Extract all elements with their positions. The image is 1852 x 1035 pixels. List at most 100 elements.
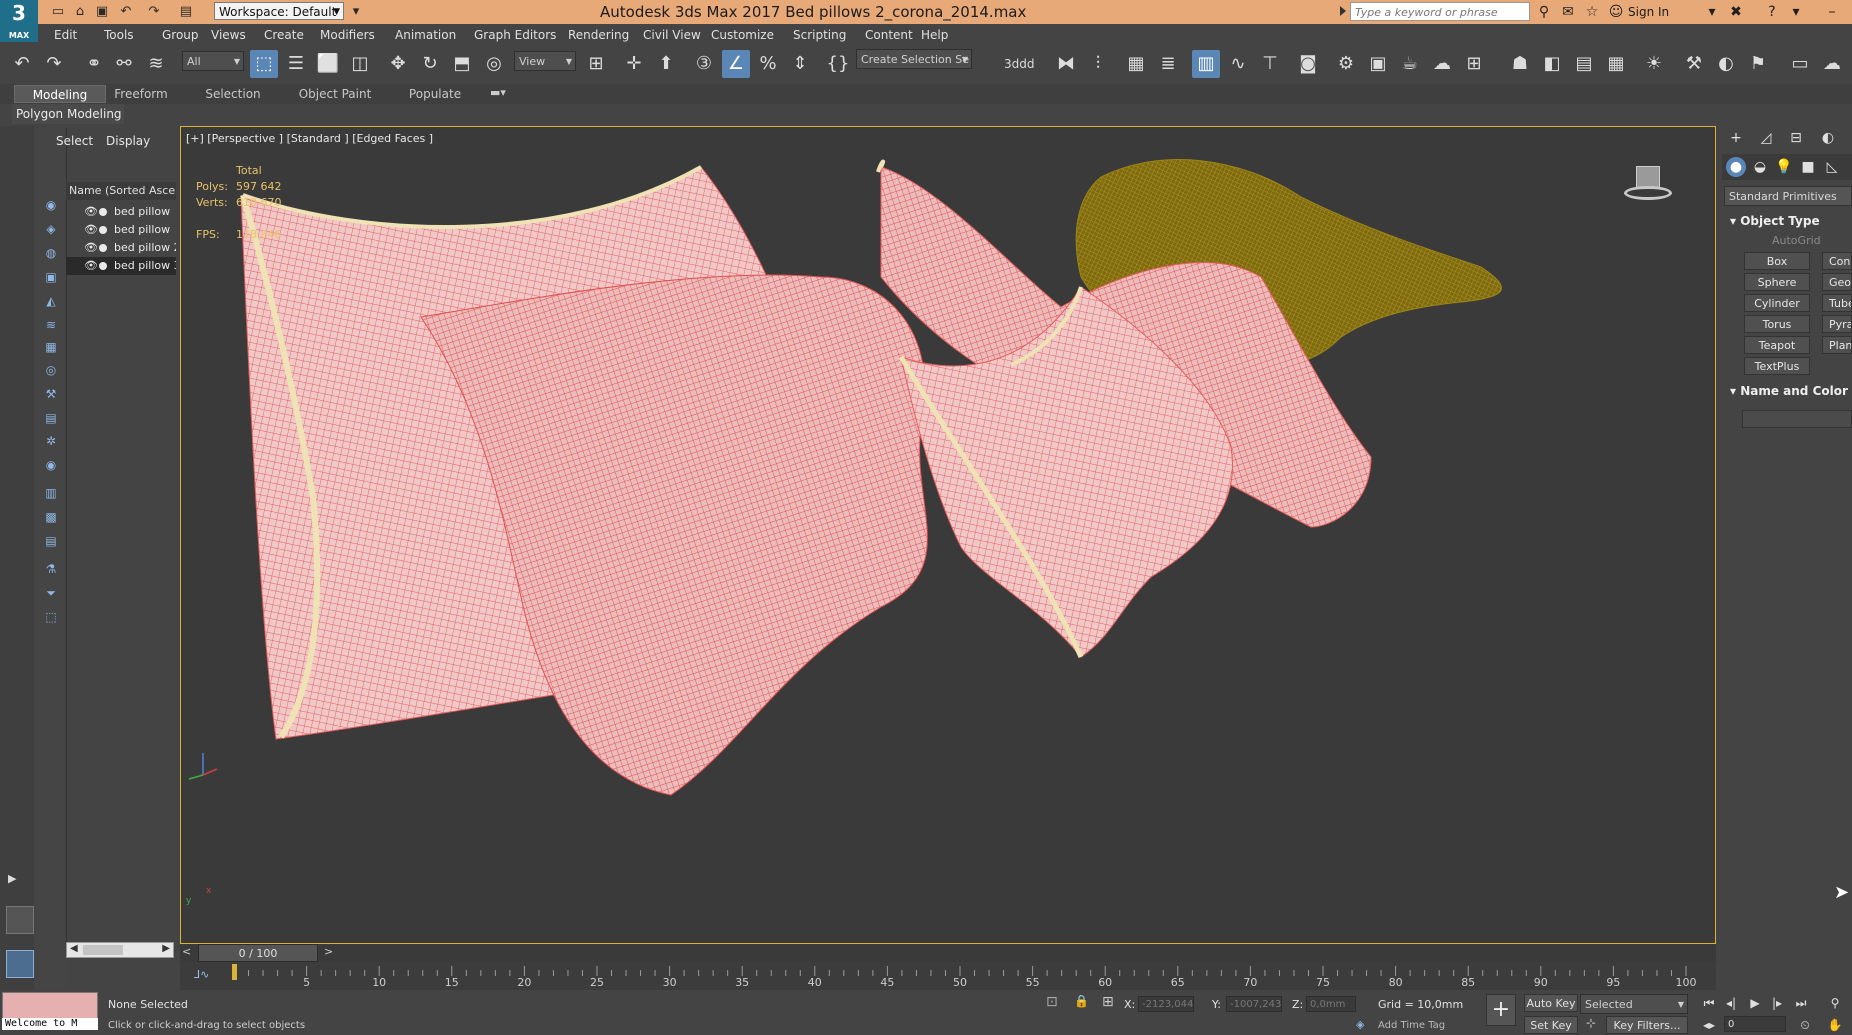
- menu-help[interactable]: Help: [921, 24, 948, 46]
- textplus-button[interactable]: TextPlus: [1744, 357, 1810, 375]
- freeze-dot-icon[interactable]: [99, 208, 107, 216]
- key-mode-dropdown[interactable]: Selected ▼: [1580, 994, 1688, 1014]
- select-all-icon[interactable]: ▩: [42, 508, 60, 526]
- reference-coordinate-dropdown[interactable]: View ▼: [514, 51, 576, 71]
- binoculars-icon[interactable]: ⚲: [1534, 2, 1554, 22]
- select-object-icon[interactable]: ⬚: [250, 50, 278, 78]
- next-frame-icon[interactable]: |▸: [1768, 994, 1786, 1012]
- zoom-icon[interactable]: ⚲: [1826, 994, 1844, 1012]
- geosphere-button[interactable]: GeoSphere: [1822, 273, 1852, 291]
- menu-modifiers[interactable]: Modifiers: [320, 24, 375, 46]
- workspace-dropdown[interactable]: Workspace: Default ▼: [214, 2, 344, 20]
- help-dropdown-icon[interactable]: ▾: [1786, 2, 1806, 22]
- scroll-left-icon[interactable]: ◀: [70, 943, 78, 954]
- motion-tab-icon[interactable]: ◐: [1818, 128, 1838, 148]
- list-item[interactable]: 👁 bed pillow 2: [66, 239, 176, 257]
- explorer-column-header[interactable]: Name (Sorted Ascend: [66, 182, 176, 200]
- menu-edit[interactable]: Edit: [54, 24, 77, 46]
- visibility-eye-icon[interactable]: 👁: [84, 239, 98, 257]
- snaps-toggle-icon[interactable]: ③: [690, 50, 718, 78]
- menu-graph-editors[interactable]: Graph Editors: [474, 24, 556, 46]
- viewport-layout-thumb-active[interactable]: [6, 950, 34, 978]
- material-editor-icon[interactable]: ◙: [1294, 50, 1322, 78]
- spinner-snap-icon[interactable]: ⇕: [786, 50, 814, 78]
- visibility-eye-icon[interactable]: 👁: [84, 257, 98, 275]
- time-tag-icon[interactable]: ◈: [1356, 1018, 1364, 1031]
- toggle-ribbon-icon[interactable]: ▥: [1192, 50, 1220, 78]
- menu-rendering[interactable]: Rendering: [568, 24, 629, 46]
- keyboard-shortcut-override-icon[interactable]: ⬆: [652, 50, 680, 78]
- render-message-icon[interactable]: ▤: [1570, 50, 1598, 78]
- expand-arrow-icon[interactable]: ▶: [8, 872, 16, 885]
- render-setup-icon[interactable]: ⚙: [1332, 50, 1360, 78]
- geometry-icon[interactable]: ●: [1726, 157, 1746, 177]
- x-coordinate-field[interactable]: -2123,044r: [1138, 996, 1194, 1012]
- polygon-modeling-panel[interactable]: Polygon Modeling: [12, 104, 124, 124]
- key-mode-toggle-icon[interactable]: ◂▸: [1700, 1016, 1718, 1034]
- create-tab-icon[interactable]: +: [1726, 128, 1746, 148]
- set-key-big-button[interactable]: +: [1486, 994, 1516, 1026]
- name-and-color-rollout[interactable]: ▾ Name and Color: [1730, 384, 1848, 398]
- render-in-cloud-icon[interactable]: ☁: [1428, 50, 1456, 78]
- display-spacewarps-icon[interactable]: ▦: [42, 338, 60, 356]
- display-lights-icon[interactable]: ▣: [42, 268, 60, 286]
- object-type-rollout[interactable]: ▾ Object Type: [1730, 214, 1820, 228]
- list-item[interactable]: 👁 bed pillow 3: [66, 257, 176, 275]
- go-to-start-icon[interactable]: ⏮: [1700, 994, 1718, 1012]
- cylinder-button[interactable]: Cylinder: [1744, 294, 1810, 312]
- bind-to-space-warp-icon[interactable]: ≋: [142, 50, 170, 78]
- search-expand-icon[interactable]: [1340, 6, 1346, 16]
- freeze-dot-icon[interactable]: [99, 262, 107, 270]
- app-logo[interactable]: 3 MAX: [0, 0, 38, 42]
- visibility-eye-icon[interactable]: 👁: [84, 221, 98, 239]
- percent-snap-icon[interactable]: %: [754, 50, 782, 78]
- tab-modeling[interactable]: Modeling: [14, 85, 106, 103]
- viewport-label-menu[interactable]: [+] [Perspective ] [Standard ] [Edged Fa…: [186, 132, 433, 145]
- explorer-horizontal-scrollbar[interactable]: ◀ ▶: [66, 942, 174, 958]
- redo-icon[interactable]: ↷: [144, 3, 164, 21]
- find-icon[interactable]: ⬚: [42, 608, 60, 626]
- light-lister-icon[interactable]: ☀: [1640, 50, 1668, 78]
- display-helpers-icon[interactable]: ≋: [42, 316, 60, 334]
- key-filters-button[interactable]: Key Filters...: [1606, 1016, 1688, 1034]
- display-bones-icon[interactable]: ⚒: [42, 385, 60, 403]
- primitive-type-dropdown[interactable]: Standard Primitives: [1724, 186, 1852, 206]
- exchange-apps-icon[interactable]: ✖: [1726, 2, 1746, 22]
- explorer-tab-display[interactable]: Display: [106, 134, 150, 148]
- cloud-icon[interactable]: ☁: [1818, 50, 1846, 78]
- time-slider[interactable]: 0 / 100: [198, 944, 318, 962]
- sign-in-dropdown-icon[interactable]: ▾: [1702, 2, 1722, 22]
- viewport-layout-thumb[interactable]: [6, 906, 34, 934]
- time-prev-icon[interactable]: <: [182, 945, 191, 958]
- mini-curve-editor-icon[interactable]: ⅃∿: [194, 968, 209, 981]
- select-by-name-icon[interactable]: ☰: [282, 50, 310, 78]
- hierarchy-tab-icon[interactable]: ⊟: [1786, 128, 1806, 148]
- minimize-icon[interactable]: –: [1822, 2, 1842, 22]
- time-configuration-icon[interactable]: ⏲: [1796, 1016, 1814, 1034]
- help-icon[interactable]: ?: [1762, 2, 1782, 22]
- set-key-button[interactable]: Set Key: [1524, 1016, 1578, 1034]
- selection-filter-dropdown[interactable]: All ▼: [182, 51, 244, 71]
- display-frozen-icon[interactable]: ◉: [42, 456, 60, 474]
- play-icon[interactable]: ▶: [1746, 994, 1764, 1012]
- scene-explorer-toggle-icon[interactable]: ▦: [1122, 50, 1150, 78]
- display-geometry-icon[interactable]: ◈: [42, 220, 60, 238]
- open-file-icon[interactable]: ⌂: [70, 3, 90, 21]
- pyramid-button[interactable]: Pyramid: [1822, 315, 1852, 333]
- save-file-icon[interactable]: ▣: [92, 3, 112, 21]
- unlink-selection-icon[interactable]: ⚯: [110, 50, 138, 78]
- tube-button[interactable]: Tube: [1822, 294, 1852, 312]
- perspective-viewport[interactable]: [180, 126, 1716, 944]
- named-selection-dropdown[interactable]: Create Selection Se ▼: [856, 49, 972, 69]
- maxscript-input[interactable]: Welcome to M: [2, 1018, 98, 1030]
- pivot-center-icon[interactable]: ⊞: [582, 50, 610, 78]
- cameras-icon[interactable]: ■: [1798, 157, 1818, 177]
- viewcube-ring[interactable]: [1624, 186, 1672, 200]
- menu-content[interactable]: Content: [865, 24, 913, 46]
- isolate-selection-icon[interactable]: ⊡: [1046, 994, 1058, 1010]
- shapes-icon[interactable]: ◒: [1750, 157, 1770, 177]
- select-and-move-icon[interactable]: ✥: [384, 50, 412, 78]
- align-icon[interactable]: ⫶: [1084, 50, 1112, 78]
- menu-tools[interactable]: Tools: [104, 24, 134, 46]
- select-manipulate-icon[interactable]: ✛: [620, 50, 648, 78]
